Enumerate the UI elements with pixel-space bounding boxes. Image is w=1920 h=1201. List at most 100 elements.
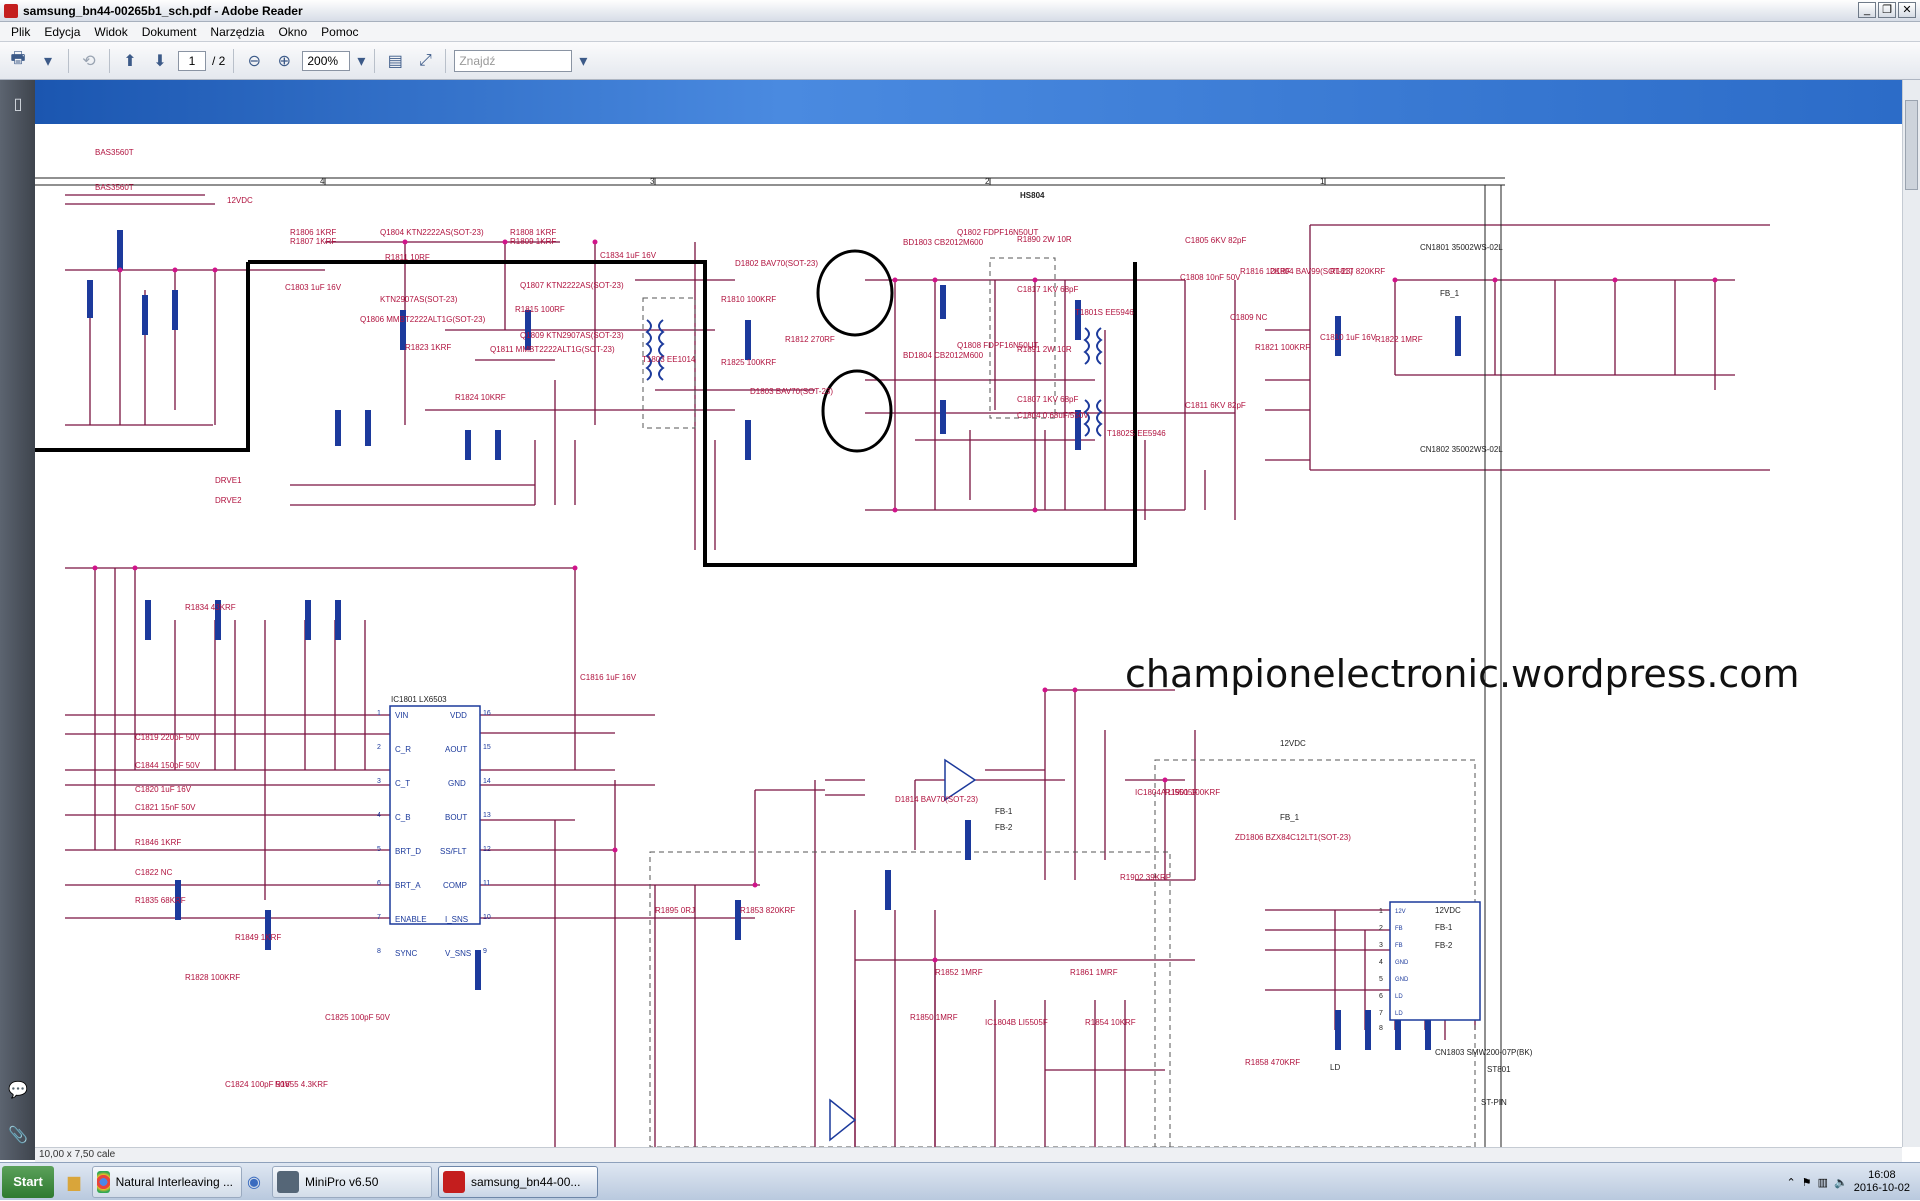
vertical-scrollbar[interactable]: [1902, 80, 1920, 1147]
menu-dokument[interactable]: Dokument: [135, 25, 204, 39]
label-r1849: R1849 1KRF: [235, 933, 281, 942]
zoom-in-icon[interactable]: ⊕: [272, 49, 296, 73]
pin-number: 14: [483, 778, 491, 785]
scrollbar-thumb[interactable]: [1905, 100, 1918, 190]
connector-pin: 5: [1379, 976, 1383, 983]
label-c1821: C1821 15nF 50V: [135, 803, 196, 812]
pin-i-sns: I_SNS: [445, 915, 468, 924]
label-fb-2-conn: FB-2: [1435, 941, 1453, 950]
label-r1901: R1901 100KRF: [1165, 788, 1220, 797]
component-symbols: [87, 230, 1461, 1050]
menu-pomoc[interactable]: Pomoc: [314, 25, 365, 39]
label-r1823: R1823 1KRF: [405, 343, 451, 352]
app-icon[interactable]: ◉: [242, 1170, 266, 1194]
title-bar: samsung_bn44-00265b1_sch.pdf - Adobe Rea…: [0, 0, 1920, 22]
toolbar: 🖶 ▾ ⟲ ⬆ ⬇ 1 / 2 ⊖ ⊕ 200% ▾ ▤ ⤢ Znajdź ▾: [0, 42, 1920, 80]
menu-narzedzia[interactable]: Narzędzia: [203, 25, 271, 39]
connector-pin: 1: [1379, 908, 1383, 915]
clock[interactable]: 16:08 2016-10-02: [1854, 1169, 1910, 1195]
label-r1825: R1825 100KRF: [721, 358, 776, 367]
close-button[interactable]: ✕: [1898, 2, 1916, 18]
print-options-icon[interactable]: ▾: [36, 49, 60, 73]
find-dropdown-icon[interactable]: ▾: [578, 49, 588, 73]
watermark-text: championelectronic.wordpress.com: [1125, 652, 1800, 696]
find-input[interactable]: Znajdź: [454, 49, 573, 72]
label-fb1-top: FB_1: [1440, 289, 1460, 298]
pin-c-b: C_B: [395, 813, 411, 822]
fit-page-icon[interactable]: ⤢: [413, 49, 437, 73]
menu-plik[interactable]: Plik: [4, 25, 37, 39]
document-view[interactable]: BAS3560T BAS3560T 12VDC R1806 1KRF R1807…: [35, 80, 1902, 1147]
toolbar-separator: [374, 48, 376, 73]
pin-c-r: C_R: [395, 745, 411, 754]
menu-widok[interactable]: Widok: [87, 25, 134, 39]
attachments-icon[interactable]: 📎: [8, 1125, 28, 1145]
pin-ss-flt: SS/FLT: [440, 847, 467, 856]
volume-icon[interactable]: 🔈: [1834, 1176, 1848, 1189]
comments-icon[interactable]: 💬: [8, 1080, 28, 1100]
connector-name: FB: [1395, 943, 1403, 949]
pin-brt-d: BRT_D: [395, 847, 421, 856]
label-c1803: C1803 1uF 16V: [285, 283, 342, 292]
label-r1853: R1853 820KRF: [740, 906, 795, 915]
zoom-dropdown-icon[interactable]: ▾: [356, 49, 366, 73]
explorer-icon[interactable]: ▆: [62, 1170, 86, 1194]
zoom-out-icon[interactable]: ⊖: [242, 49, 266, 73]
pin-number: 15: [483, 744, 491, 751]
clock-date: 2016-10-02: [1853, 1182, 1910, 1194]
label-fb-1: FB-1: [995, 807, 1013, 816]
menu-edycja[interactable]: Edycja: [37, 25, 87, 39]
menu-okno[interactable]: Okno: [271, 25, 314, 39]
minimize-button[interactable]: _: [1858, 2, 1876, 18]
label-r1824: R1824 10KRF: [455, 393, 506, 402]
pin-c-t: C_T: [395, 779, 410, 788]
label-d1814: D1814 BAV70(SOT-23): [895, 795, 978, 804]
label-r1807: R1807 1KRF: [290, 237, 336, 246]
label-r1850: R1850 1MRF: [910, 1013, 958, 1022]
label-r1846: R1846 1KRF: [135, 838, 181, 847]
pin-number: 4: [377, 812, 381, 819]
clock-time: 16:08: [1868, 1169, 1896, 1181]
system-tray: ⌃ ⚑ ▥ 🔈 16:08 2016-10-02: [1787, 1163, 1920, 1201]
maximize-button[interactable]: ❐: [1878, 2, 1896, 18]
label-q1807: Q1807 KTN2222AS(SOT-23): [520, 281, 624, 290]
label-q1811: Q1811 MMBT2222ALT1G(SOT-23): [490, 345, 615, 354]
pin-vin: VIN: [395, 711, 409, 720]
chrome-icon: [97, 1170, 110, 1193]
connector-pin: 7: [1379, 1010, 1383, 1017]
show-hidden-icon[interactable]: ⌃: [1787, 1176, 1796, 1189]
share-icon[interactable]: ⟲: [77, 49, 101, 73]
highlight-circles: [816, 249, 894, 453]
label-ktn2907: KTN2907AS(SOT-23): [380, 295, 458, 304]
fit-width-icon[interactable]: ▤: [383, 49, 407, 73]
page-total: / 2: [212, 53, 226, 68]
label-t1803: T1803 EE1014: [642, 355, 696, 364]
column-marker: 1: [1320, 177, 1325, 186]
pdf-icon: [443, 1170, 465, 1193]
connector-name: 12V: [1395, 909, 1406, 915]
page-size-status: 10,00 x 7,50 cale: [35, 1147, 1902, 1162]
label-r1812: R1812 270RF: [785, 335, 835, 344]
label-c1811: C1811 6KV 82pF: [1185, 401, 1246, 410]
flag-icon[interactable]: ⚑: [1802, 1176, 1812, 1189]
taskbar: Start ▆ Natural Interleaving ... ◉ MiniP…: [0, 1162, 1920, 1200]
label-bd1803: BD1803 CB2012M600: [903, 238, 984, 247]
zoom-level-input[interactable]: 200%: [302, 50, 351, 71]
page-number-input[interactable]: 1: [178, 50, 206, 71]
taskbar-app-chrome[interactable]: Natural Interleaving ...: [92, 1165, 242, 1198]
label-r1810: R1810 100KRF: [721, 295, 776, 304]
label-t1801s: T1801S EE5946: [1075, 308, 1134, 317]
network-icon[interactable]: ▥: [1818, 1176, 1828, 1189]
taskbar-app-label: samsung_bn44-00...: [471, 1174, 581, 1189]
label-c1825: C1825 100pF 50V: [325, 1013, 391, 1022]
start-button[interactable]: Start: [2, 1165, 54, 1198]
print-icon[interactable]: 🖶: [6, 49, 30, 73]
taskbar-app-minipro[interactable]: MiniPro v6.50: [272, 1165, 432, 1198]
pages-icon[interactable]: ▯: [8, 94, 28, 114]
taskbar-app-adobe-reader[interactable]: samsung_bn44-00...: [438, 1165, 598, 1198]
previous-page-icon[interactable]: ⬆: [118, 49, 142, 73]
label-d1803: D1803 BAV70(SOT-23): [750, 387, 833, 396]
next-page-icon[interactable]: ⬇: [148, 49, 172, 73]
connector-pin: 8: [1379, 1025, 1383, 1032]
window-controls: _ ❐ ✕: [1858, 2, 1916, 18]
